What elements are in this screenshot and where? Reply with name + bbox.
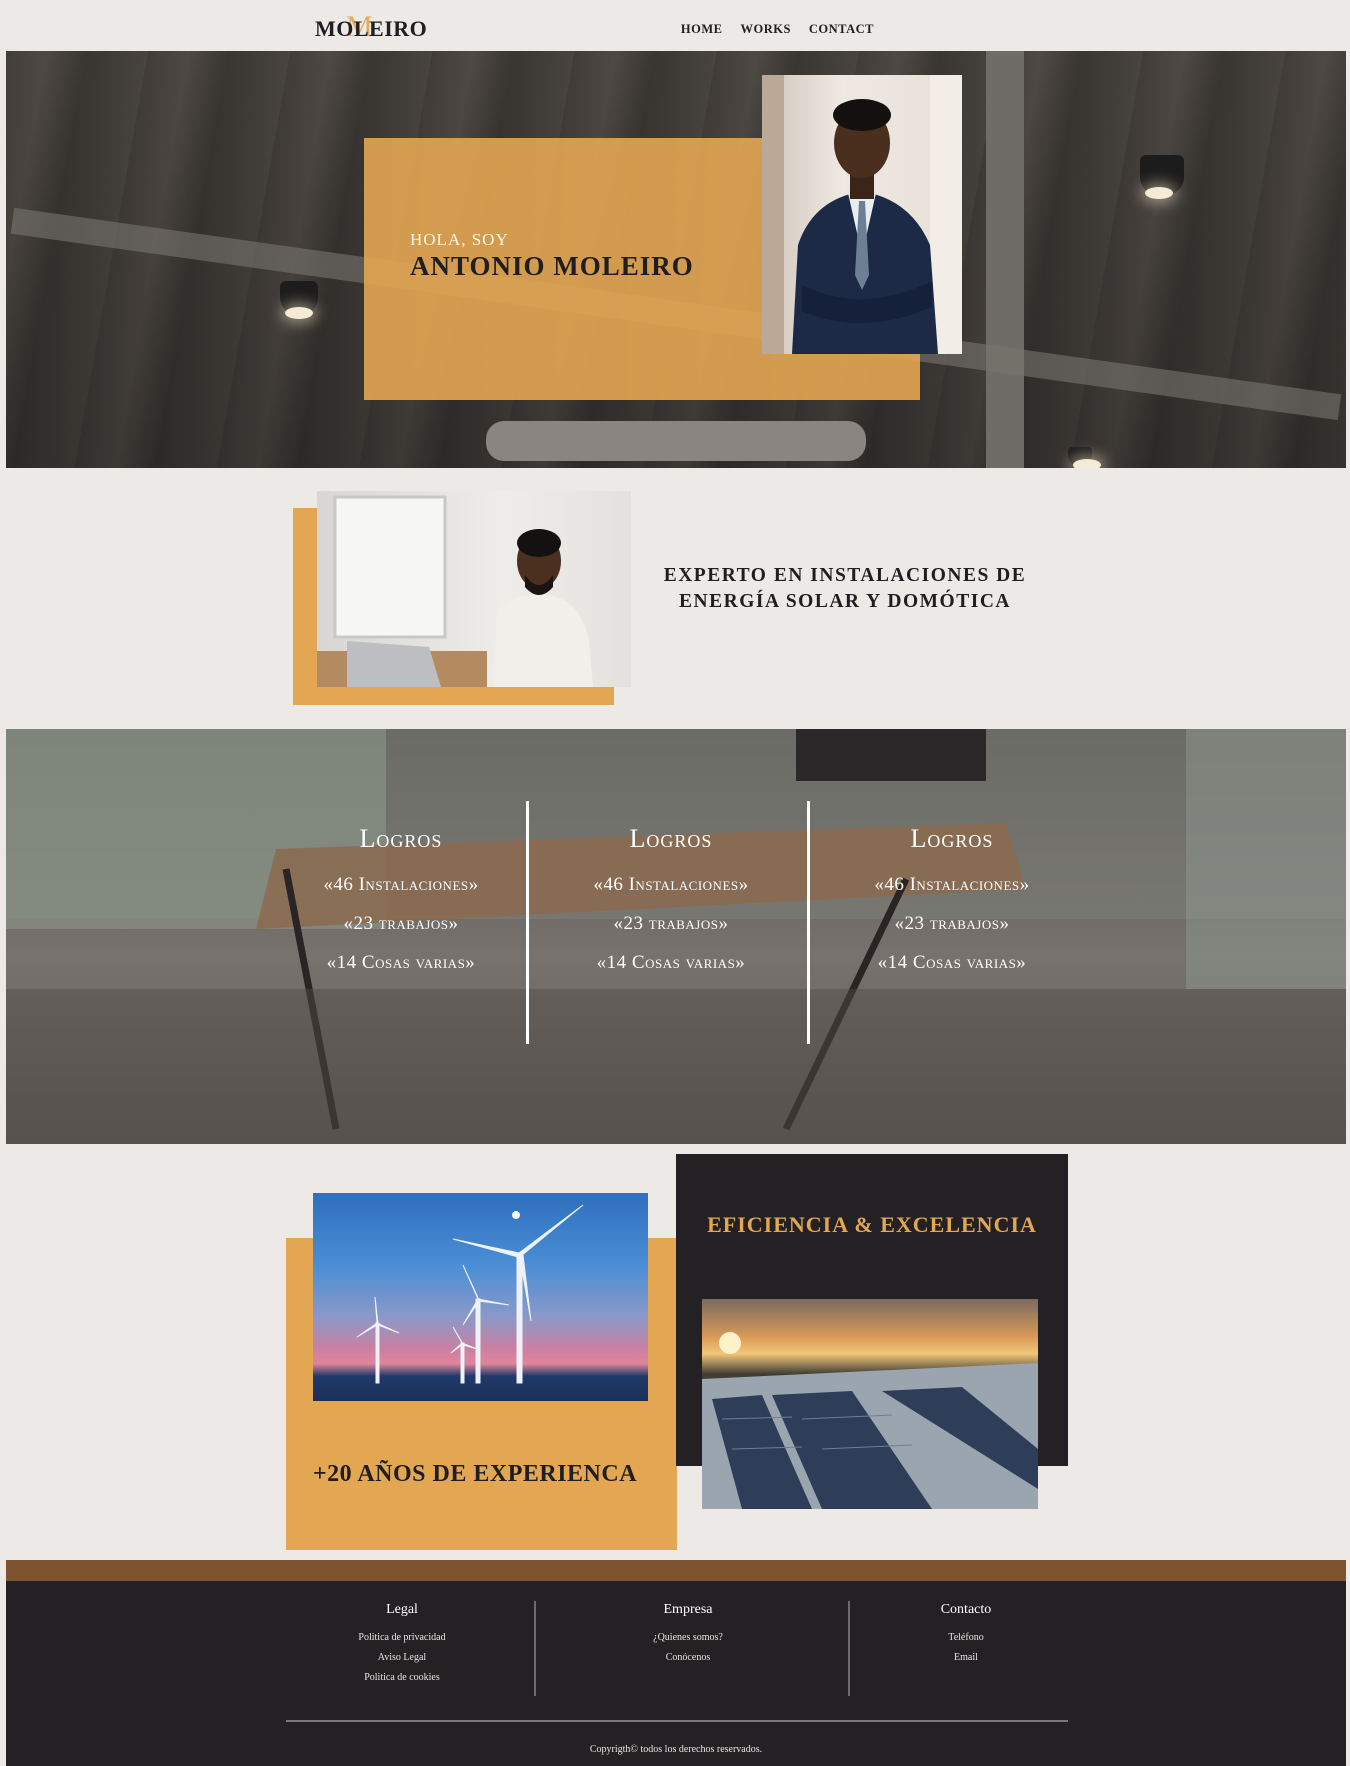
footer-band	[6, 1560, 1346, 1581]
stats-heading: Logros	[629, 824, 713, 853]
footer-email-link[interactable]: Email	[856, 1652, 1076, 1663]
footer-privacy-link[interactable]: Politica de privacidad	[292, 1632, 512, 1643]
hero-section: HOLA, SOY ANTONIO MOLEIRO	[6, 51, 1346, 468]
solar-panel-illustration	[702, 1332, 1038, 1509]
footer-column-company: Empresa ¿Quienes somos? Conócenos	[578, 1602, 798, 1672]
ceiling-lamp	[1140, 155, 1184, 199]
stats-jobs: «23 trabajos»	[894, 913, 1010, 934]
stats-installations: «46 Instalaciones»	[593, 874, 749, 895]
footer-column-title: Legal	[386, 1602, 418, 1617]
stats-misc: «14 Cosas varias»	[596, 952, 746, 973]
ceiling-lamp	[1068, 447, 1101, 468]
stats-installations: «46 Instalaciones»	[323, 874, 479, 895]
footer-column-title: Empresa	[663, 1602, 713, 1617]
footer-divider	[534, 1601, 536, 1696]
footer-column-contact: Contacto Teléfono Email	[856, 1602, 1076, 1672]
air-duct	[486, 421, 866, 461]
wind-turbines-photo	[313, 1193, 648, 1401]
site-header: M MOLEIRO HOME WORKS CONTACT	[6, 6, 1346, 51]
stats-divider	[807, 801, 810, 1044]
stats-jobs: «23 trabajos»	[343, 913, 459, 934]
businessman-illustration	[762, 75, 962, 354]
stats-heading: Logros	[359, 824, 443, 853]
stats-misc: «14 Cosas varias»	[877, 952, 1027, 973]
stats-column-3: Logros «46 Instalaciones» «23 trabajos» …	[817, 824, 1087, 991]
footer-cookies-link[interactable]: Politica de cookies	[292, 1672, 512, 1683]
stats-misc: «14 Cosas varias»	[326, 952, 476, 973]
site-logo[interactable]: MOLEIRO	[315, 16, 427, 42]
footer-column-title: Contacto	[940, 1602, 992, 1617]
footer-phone-link[interactable]: Teléfono	[856, 1632, 1076, 1643]
stats-column-2: Logros «46 Instalaciones» «23 trabajos» …	[536, 824, 806, 991]
stats-heading: Logros	[910, 824, 994, 853]
stats-column-1: Logros «46 Instalaciones» «23 trabajos» …	[266, 824, 536, 991]
wind-turbine-illustration	[356, 1204, 584, 1384]
hero-greeting: HOLA, SOY	[410, 230, 509, 249]
office-man-illustration	[317, 495, 593, 687]
stats-installations: «46 Instalaciones»	[874, 874, 1030, 895]
solar-panels-photo	[702, 1299, 1038, 1509]
site-footer: Legal Politica de privacidad Aviso Legal…	[6, 1581, 1346, 1766]
main-nav: HOME WORKS CONTACT	[681, 22, 874, 37]
intro-title: EXPERTO EN INSTALACIONES DE ENERGÍA SOLA…	[630, 563, 1060, 615]
stats-jobs: «23 trabajos»	[613, 913, 729, 934]
ceiling-lamp	[280, 281, 318, 319]
intro-photo	[317, 491, 631, 687]
ceiling-beam	[986, 51, 1024, 468]
intro-title-line2: ENERGÍA SOLAR Y DOMÓTICA	[679, 591, 1011, 612]
quality-title: EFICIENCIA & EXCELENCIA	[707, 1212, 1037, 1237]
footer-meet-us-link[interactable]: Conócenos	[578, 1652, 798, 1663]
nav-home-link[interactable]: HOME	[681, 22, 723, 37]
achievements-section: Logros «46 Instalaciones» «23 trabajos» …	[6, 729, 1346, 1144]
nav-works-link[interactable]: WORKS	[740, 22, 790, 37]
footer-column-legal: Legal Politica de privacidad Aviso Legal…	[292, 1602, 512, 1692]
intro-title-line1: EXPERTO EN INSTALACIONES DE	[663, 565, 1027, 586]
footer-about-link[interactable]: ¿Quienes somos?	[578, 1632, 798, 1643]
portrait-photo	[762, 75, 962, 354]
footer-divider	[848, 1601, 850, 1696]
footer-copyright: Copyrigth© todos los derechos reservados…	[589, 1744, 763, 1755]
footer-legal-notice-link[interactable]: Aviso Legal	[292, 1652, 512, 1663]
stats-divider	[526, 801, 529, 1044]
experience-years-text: +20 AÑOS DE EXPERIENCA	[313, 1461, 638, 1487]
footer-rule	[286, 1720, 1068, 1722]
nav-contact-link[interactable]: CONTACT	[809, 22, 874, 37]
hero-name: ANTONIO MOLEIRO	[410, 251, 694, 281]
